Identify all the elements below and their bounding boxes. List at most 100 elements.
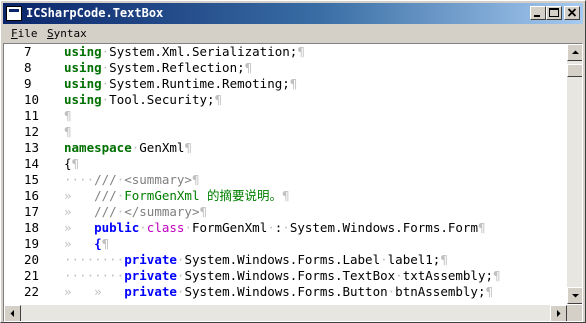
arrow-left-icon [10, 310, 14, 317]
code-token: btnAssembly; [395, 284, 486, 299]
vertical-scrollbar[interactable] [567, 44, 582, 304]
minimize-icon [534, 15, 540, 17]
code-token: using [64, 92, 102, 107]
line-number: 17 [24, 204, 40, 219]
line-number: 19 [24, 236, 40, 251]
code-token: txtAssembly; [402, 268, 493, 283]
code-line[interactable]: 12 ¶ [4, 124, 566, 140]
code-token: private [124, 284, 177, 299]
code-token: GenXml [139, 140, 185, 155]
code-token: System.Runtime.Remoting; [109, 76, 290, 91]
code-token: ¶ [440, 252, 448, 267]
code-line[interactable]: 10 using·Tool.Security;¶ [4, 92, 566, 108]
code-token: class [146, 220, 185, 235]
code-token: ¶ [297, 44, 305, 59]
menu-file[interactable]: File [9, 26, 40, 41]
code-text: using·Tool.Security;¶ [64, 92, 222, 108]
line-number: 11 [24, 108, 40, 123]
line-number: 14 [24, 156, 40, 171]
code-line[interactable]: 18 » public·class·FormGenXml·:·System.Win… [4, 220, 566, 236]
maximize-icon [549, 8, 559, 17]
code-token: · [380, 252, 388, 267]
code-editor[interactable]: 7 using·System.Xml.Serialization;¶ 8 using·… [3, 43, 583, 322]
minimize-button[interactable] [530, 6, 546, 20]
code-token: · [139, 220, 147, 235]
code-token: » [64, 188, 95, 203]
code-line[interactable]: 8 using·System.Reflection;¶ [4, 60, 566, 76]
line-number: 13 [24, 140, 40, 155]
code-area[interactable]: 7 using·System.Xml.Serialization;¶ 8 using·… [4, 44, 566, 304]
code-text: namespace·GenXml¶ [64, 140, 192, 156]
code-token: ¶ [477, 220, 486, 235]
code-token: · [267, 220, 275, 235]
code-text: » ///·</summary>¶ [64, 204, 207, 220]
close-icon [567, 8, 577, 17]
code-token: · [282, 220, 290, 235]
code-token: /// [94, 172, 117, 187]
code-text: ¶ [64, 108, 72, 124]
code-line[interactable]: 9 using·System.Runtime.Remoting;¶ [4, 76, 566, 92]
code-token: ¶ [191, 172, 200, 187]
maximize-button[interactable] [546, 6, 562, 20]
code-text: {¶ [64, 156, 79, 172]
code-token: using [64, 44, 102, 59]
code-line[interactable]: 15 ····///·<summary>¶ [4, 172, 566, 188]
code-token: » [64, 236, 95, 251]
code-line[interactable]: 13 namespace·GenXml¶ [4, 140, 566, 156]
code-token: System.Windows.Forms.TextBox [184, 268, 396, 283]
window-title: ICSharpCode.TextBox [26, 6, 164, 20]
code-token: System.Windows.Forms.Label [184, 252, 381, 267]
code-token: » [64, 220, 95, 235]
title-bar[interactable]: ICSharpCode.TextBox [3, 3, 583, 24]
menu-syntax[interactable]: Syntax [45, 26, 89, 41]
code-line[interactable]: 16 » ///·FormGenXml 的摘要说明。¶ [4, 188, 566, 204]
line-number: 16 [24, 188, 40, 203]
scroll-up-button[interactable] [567, 44, 582, 61]
code-text: » {¶ [64, 236, 109, 252]
code-line[interactable]: 11 ¶ [4, 108, 566, 124]
scroll-right-button[interactable] [550, 305, 567, 321]
code-token: ¶ [485, 284, 494, 299]
code-line[interactable]: 21 ········private ·System.Windows.Forms.T… [4, 268, 566, 284]
menu-bar: File Syntax [3, 25, 583, 42]
code-token: ···· [64, 172, 95, 187]
code-token: ¶ [199, 204, 208, 219]
code-line[interactable]: 19 » {¶ [4, 236, 566, 252]
scroll-down-button[interactable] [567, 287, 582, 304]
code-line[interactable]: 22 » » private·System.Windows.Forms.Butto… [4, 284, 566, 300]
code-token: · [395, 268, 403, 283]
code-token: ¶ [64, 108, 72, 123]
code-line[interactable]: 20 ········private ·System.Windows.Forms.L… [4, 252, 566, 268]
line-number: 10 [24, 92, 40, 107]
scroll-left-button[interactable] [4, 305, 21, 321]
code-token: System.Windows.Forms.Button [184, 284, 388, 299]
code-line[interactable]: 14 {¶ [4, 156, 566, 172]
code-token: ¶ [493, 268, 501, 283]
code-token: { [94, 236, 102, 251]
horizontal-scrollbar[interactable] [4, 305, 567, 321]
code-text: » public·class·FormGenXml·:·System.Windo… [64, 220, 486, 236]
code-line[interactable]: 17 » ///·</summary>¶ [4, 204, 566, 220]
code-line[interactable]: 7 using·System.Xml.Serialization;¶ [4, 44, 566, 60]
code-token: System.Reflection; [109, 60, 245, 75]
code-token: » [64, 284, 95, 299]
line-number: 15 [24, 172, 40, 187]
code-token: · [184, 220, 192, 235]
code-token: FormGenXml [191, 220, 268, 235]
line-number: 22 [24, 284, 40, 299]
line-number: 18 [24, 220, 40, 235]
line-number: 7 [24, 44, 32, 59]
code-token: using [64, 76, 102, 91]
code-token: ¶ [282, 188, 290, 203]
code-token: label1; [387, 252, 441, 267]
code-token: namespace [64, 140, 132, 155]
vertical-scroll-thumb[interactable] [567, 64, 582, 77]
code-token: ¶ [101, 236, 110, 251]
code-token: private [124, 252, 177, 267]
code-text: » ///·FormGenXml 的摘要说明。¶ [64, 188, 290, 204]
code-token: » [64, 204, 95, 219]
app-icon[interactable] [6, 6, 22, 21]
line-number: 20 [24, 252, 40, 267]
close-button[interactable] [564, 6, 580, 20]
code-token: private [124, 268, 177, 283]
